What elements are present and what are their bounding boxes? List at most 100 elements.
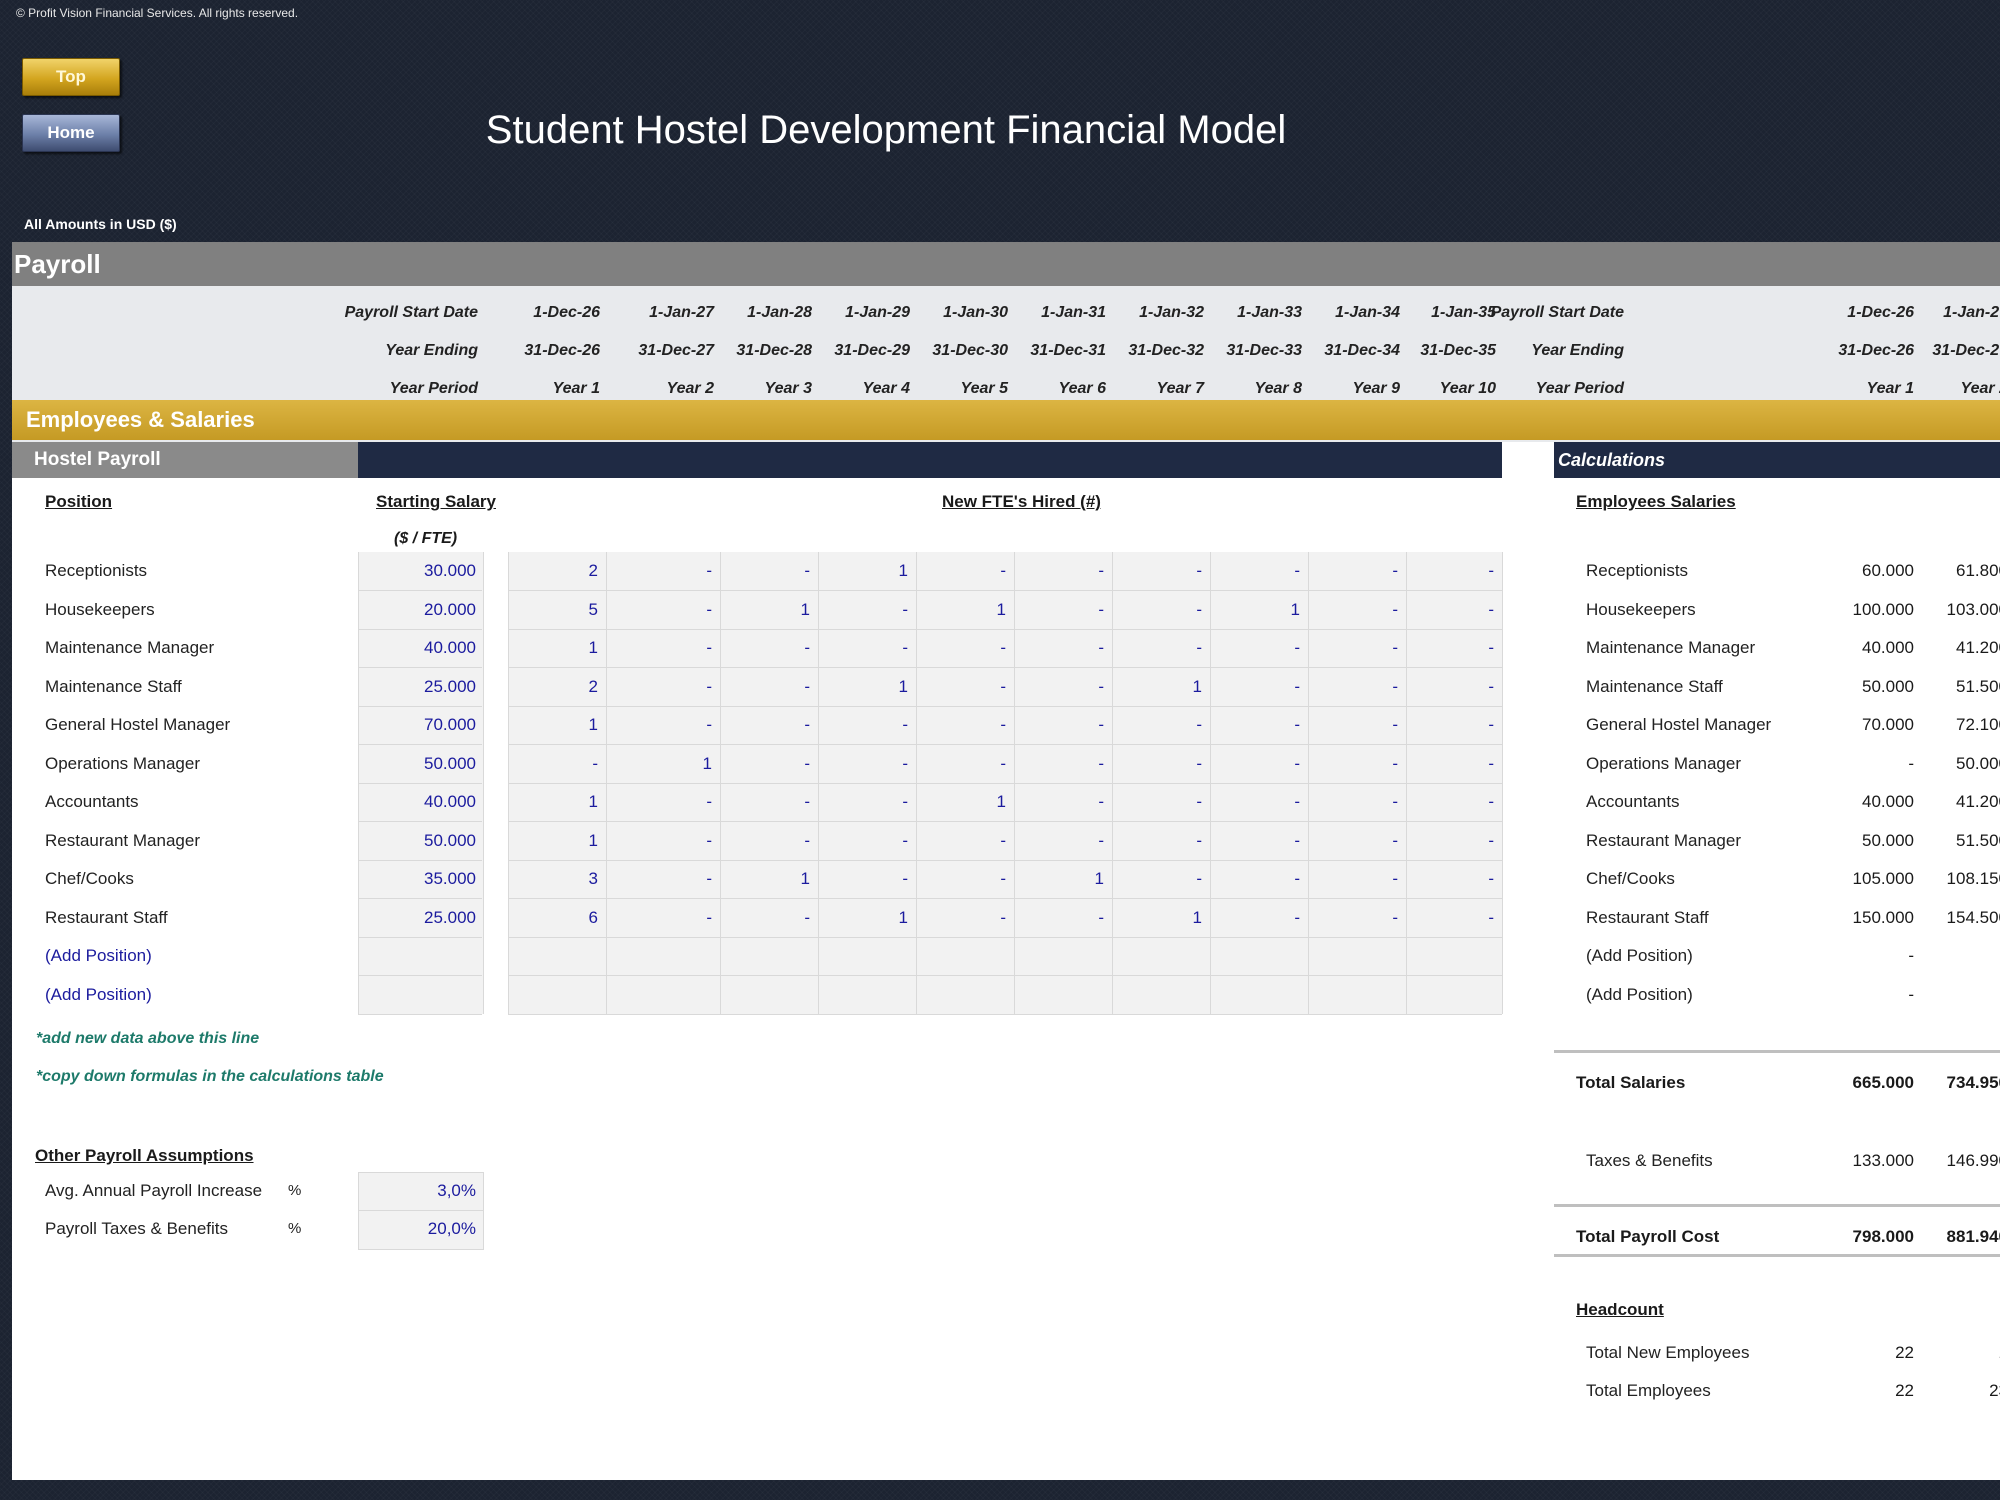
fte-hired-input[interactable]: - bbox=[1112, 706, 1202, 744]
fte-hired-input[interactable]: 1 bbox=[720, 591, 810, 629]
fte-hired-input[interactable]: - bbox=[720, 899, 810, 937]
fte-hired-input[interactable]: - bbox=[1112, 745, 1202, 783]
fte-hired-input[interactable]: - bbox=[818, 745, 908, 783]
fte-hired-input[interactable]: 1 bbox=[508, 822, 598, 860]
fte-hired-input[interactable]: - bbox=[818, 822, 908, 860]
fte-hired-input[interactable]: - bbox=[720, 745, 810, 783]
starting-salary-input[interactable]: 25.000 bbox=[358, 668, 476, 706]
starting-salary-input[interactable]: 40.000 bbox=[358, 629, 476, 667]
fte-hired-input[interactable]: - bbox=[916, 860, 1006, 898]
fte-hired-input[interactable]: - bbox=[1210, 822, 1300, 860]
fte-hired-input[interactable]: - bbox=[1014, 552, 1104, 590]
fte-hired-input[interactable]: 5 bbox=[508, 591, 598, 629]
fte-hired-input[interactable]: 1 bbox=[606, 745, 712, 783]
starting-salary-input[interactable]: 20.000 bbox=[358, 591, 476, 629]
fte-hired-input[interactable]: - bbox=[720, 822, 810, 860]
fte-hired-input[interactable]: - bbox=[1406, 822, 1494, 860]
fte-hired-input[interactable]: - bbox=[1014, 745, 1104, 783]
fte-hired-input[interactable]: - bbox=[606, 860, 712, 898]
fte-hired-input[interactable]: - bbox=[606, 591, 712, 629]
fte-hired-input[interactable]: - bbox=[1406, 899, 1494, 937]
starting-salary-input[interactable]: 25.000 bbox=[358, 899, 476, 937]
fte-hired-input[interactable]: - bbox=[1014, 668, 1104, 706]
fte-hired-input[interactable]: - bbox=[720, 629, 810, 667]
fte-hired-input[interactable]: - bbox=[606, 552, 712, 590]
fte-hired-input[interactable]: 1 bbox=[818, 552, 908, 590]
fte-hired-input[interactable]: - bbox=[1112, 552, 1202, 590]
fte-hired-input[interactable]: 1 bbox=[1210, 591, 1300, 629]
fte-hired-input[interactable]: - bbox=[1308, 668, 1398, 706]
fte-hired-input[interactable]: - bbox=[1406, 552, 1494, 590]
fte-hired-input[interactable]: - bbox=[1308, 706, 1398, 744]
fte-hired-input[interactable]: - bbox=[508, 745, 598, 783]
starting-salary-input[interactable]: 70.000 bbox=[358, 706, 476, 744]
fte-hired-input[interactable]: - bbox=[916, 629, 1006, 667]
fte-hired-input[interactable]: - bbox=[1308, 629, 1398, 667]
fte-hired-input[interactable]: 3 bbox=[508, 860, 598, 898]
fte-hired-input[interactable]: - bbox=[1308, 860, 1398, 898]
fte-hired-input[interactable]: - bbox=[720, 668, 810, 706]
position-name[interactable]: (Add Position) bbox=[45, 937, 152, 975]
fte-hired-input[interactable]: - bbox=[916, 745, 1006, 783]
fte-hired-input[interactable]: - bbox=[1112, 783, 1202, 821]
fte-hired-input[interactable]: - bbox=[1014, 822, 1104, 860]
fte-hired-input[interactable]: - bbox=[1308, 745, 1398, 783]
fte-hired-input[interactable]: - bbox=[606, 899, 712, 937]
fte-hired-input[interactable]: - bbox=[818, 706, 908, 744]
position-name[interactable]: (Add Position) bbox=[45, 976, 152, 1014]
fte-hired-input[interactable]: 1 bbox=[1014, 860, 1104, 898]
fte-hired-input[interactable]: 1 bbox=[916, 591, 1006, 629]
fte-hired-input[interactable]: - bbox=[1014, 783, 1104, 821]
fte-hired-input[interactable]: - bbox=[1210, 745, 1300, 783]
fte-hired-input[interactable]: - bbox=[1112, 629, 1202, 667]
fte-hired-input[interactable]: - bbox=[1406, 706, 1494, 744]
fte-hired-input[interactable]: - bbox=[606, 783, 712, 821]
payroll-taxes-input[interactable]: 20,0% bbox=[358, 1210, 476, 1248]
payroll-increase-input[interactable]: 3,0% bbox=[358, 1172, 476, 1210]
fte-hired-input[interactable]: - bbox=[1210, 552, 1300, 590]
fte-hired-input[interactable]: - bbox=[1112, 591, 1202, 629]
fte-hired-input[interactable]: 1 bbox=[1112, 899, 1202, 937]
fte-hired-input[interactable]: - bbox=[606, 629, 712, 667]
fte-hired-input[interactable]: - bbox=[818, 783, 908, 821]
fte-hired-input[interactable]: - bbox=[1406, 783, 1494, 821]
fte-hired-input[interactable]: - bbox=[916, 899, 1006, 937]
fte-hired-input[interactable]: - bbox=[818, 629, 908, 667]
fte-hired-input[interactable]: - bbox=[1406, 745, 1494, 783]
fte-hired-input[interactable]: - bbox=[916, 552, 1006, 590]
fte-hired-input[interactable]: 2 bbox=[508, 668, 598, 706]
fte-hired-input[interactable]: 1 bbox=[916, 783, 1006, 821]
fte-hired-input[interactable]: 1 bbox=[818, 899, 908, 937]
starting-salary-input[interactable]: 50.000 bbox=[358, 822, 476, 860]
fte-hired-input[interactable]: 1 bbox=[508, 629, 598, 667]
fte-hired-input[interactable]: - bbox=[1406, 591, 1494, 629]
fte-hired-input[interactable]: 2 bbox=[508, 552, 598, 590]
fte-hired-input[interactable]: - bbox=[1308, 552, 1398, 590]
fte-hired-input[interactable]: - bbox=[1014, 591, 1104, 629]
fte-hired-input[interactable]: - bbox=[1014, 899, 1104, 937]
fte-hired-input[interactable]: 1 bbox=[508, 706, 598, 744]
fte-hired-input[interactable]: - bbox=[916, 822, 1006, 860]
fte-hired-input[interactable]: - bbox=[1014, 629, 1104, 667]
fte-hired-input[interactable]: - bbox=[606, 822, 712, 860]
fte-hired-input[interactable]: - bbox=[818, 591, 908, 629]
starting-salary-input[interactable]: 50.000 bbox=[358, 745, 476, 783]
top-button[interactable]: Top bbox=[22, 58, 120, 96]
fte-hired-input[interactable]: - bbox=[606, 668, 712, 706]
fte-hired-input[interactable]: - bbox=[1210, 629, 1300, 667]
fte-hired-input[interactable]: - bbox=[1112, 860, 1202, 898]
starting-salary-input[interactable]: 35.000 bbox=[358, 860, 476, 898]
fte-hired-input[interactable]: 1 bbox=[818, 668, 908, 706]
fte-hired-input[interactable]: - bbox=[818, 860, 908, 898]
fte-hired-input[interactable]: - bbox=[1308, 591, 1398, 629]
fte-hired-input[interactable]: - bbox=[916, 706, 1006, 744]
fte-hired-input[interactable]: - bbox=[1308, 899, 1398, 937]
fte-hired-input[interactable]: - bbox=[1406, 668, 1494, 706]
starting-salary-input[interactable]: 40.000 bbox=[358, 783, 476, 821]
starting-salary-input[interactable]: 30.000 bbox=[358, 552, 476, 590]
fte-hired-input[interactable]: - bbox=[720, 706, 810, 744]
fte-hired-input[interactable]: - bbox=[1210, 783, 1300, 821]
fte-hired-input[interactable]: - bbox=[1112, 822, 1202, 860]
fte-hired-input[interactable]: - bbox=[1308, 783, 1398, 821]
fte-hired-input[interactable]: - bbox=[1210, 899, 1300, 937]
